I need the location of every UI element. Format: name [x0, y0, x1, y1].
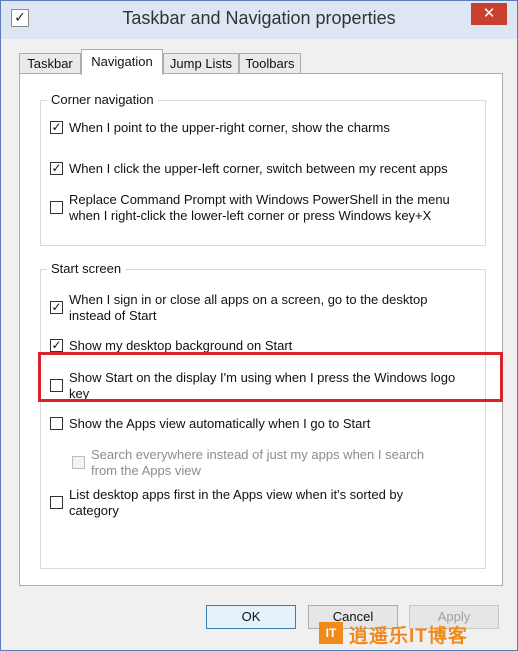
highlight-box [38, 352, 503, 402]
desktop-apps-first-label-line2: category [69, 503, 119, 518]
search-everywhere-label-line2: from the Apps view [91, 463, 201, 478]
go-to-desktop-label-line1: When I sign in or close all apps on a sc… [69, 292, 428, 307]
option-search-everywhere: Search everywhere instead of just my app… [72, 447, 490, 481]
watermark-text: 逍遥乐IT博客 [349, 626, 468, 647]
desktop-apps-first-checkbox[interactable] [50, 496, 63, 509]
option-powershell[interactable]: Replace Command Prompt with Windows Powe… [50, 192, 490, 226]
option-switch-recent-apps[interactable]: ✓ When I click the upper-left corner, sw… [50, 161, 490, 179]
ok-button[interactable]: OK [206, 605, 296, 629]
tab-jump-lists[interactable]: Jump Lists [163, 53, 239, 73]
option-show-charms[interactable]: ✓ When I point to the upper-right corner… [50, 120, 490, 138]
option-apps-view-auto[interactable]: Show the Apps view automatically when I … [50, 416, 490, 434]
corner-navigation-title: Corner navigation [47, 92, 158, 107]
go-to-desktop-checkbox[interactable]: ✓ [50, 301, 63, 314]
option-desktop-apps-first[interactable]: List desktop apps first in the Apps view… [50, 487, 490, 521]
close-button[interactable]: ✕ [471, 3, 507, 25]
desktop-background-checkbox[interactable]: ✓ [50, 339, 63, 352]
watermark: IT 逍遥乐IT博客 [319, 620, 505, 648]
option-go-to-desktop[interactable]: ✓ When I sign in or close all apps on a … [50, 292, 490, 326]
go-to-desktop-label-line2: instead of Start [69, 308, 157, 323]
powershell-label-line1: Replace Command Prompt with Windows Powe… [69, 192, 450, 207]
show-charms-checkbox[interactable]: ✓ [50, 121, 63, 134]
show-charms-label: When I point to the upper-right corner, … [69, 120, 390, 135]
powershell-label-line2: when I right-click the lower-left corner… [69, 208, 432, 223]
start-screen-title: Start screen [47, 261, 126, 276]
properties-window: ✓ Taskbar and Navigation properties ✕ Ta… [0, 0, 518, 651]
search-everywhere-checkbox [72, 456, 85, 469]
search-everywhere-label-line1: Search everywhere instead of just my app… [91, 447, 425, 462]
tab-taskbar[interactable]: Taskbar [19, 53, 81, 73]
powershell-checkbox[interactable] [50, 201, 63, 214]
apps-view-auto-label: Show the Apps view automatically when I … [69, 416, 371, 431]
switch-recent-apps-label: When I click the upper-left corner, swit… [69, 161, 448, 176]
navigation-panel: Corner navigation ✓ When I point to the … [19, 73, 503, 586]
window-title: Taskbar and Navigation properties [122, 8, 396, 28]
watermark-logo-icon: IT [319, 622, 343, 644]
desktop-apps-first-label-line1: List desktop apps first in the Apps view… [69, 487, 404, 502]
switch-recent-apps-checkbox[interactable]: ✓ [50, 162, 63, 175]
tab-navigation[interactable]: Navigation [81, 49, 163, 75]
tab-toolbars[interactable]: Toolbars [239, 53, 301, 73]
apps-view-auto-checkbox[interactable] [50, 417, 63, 430]
title-bar[interactable]: ✓ Taskbar and Navigation properties ✕ [1, 1, 517, 39]
